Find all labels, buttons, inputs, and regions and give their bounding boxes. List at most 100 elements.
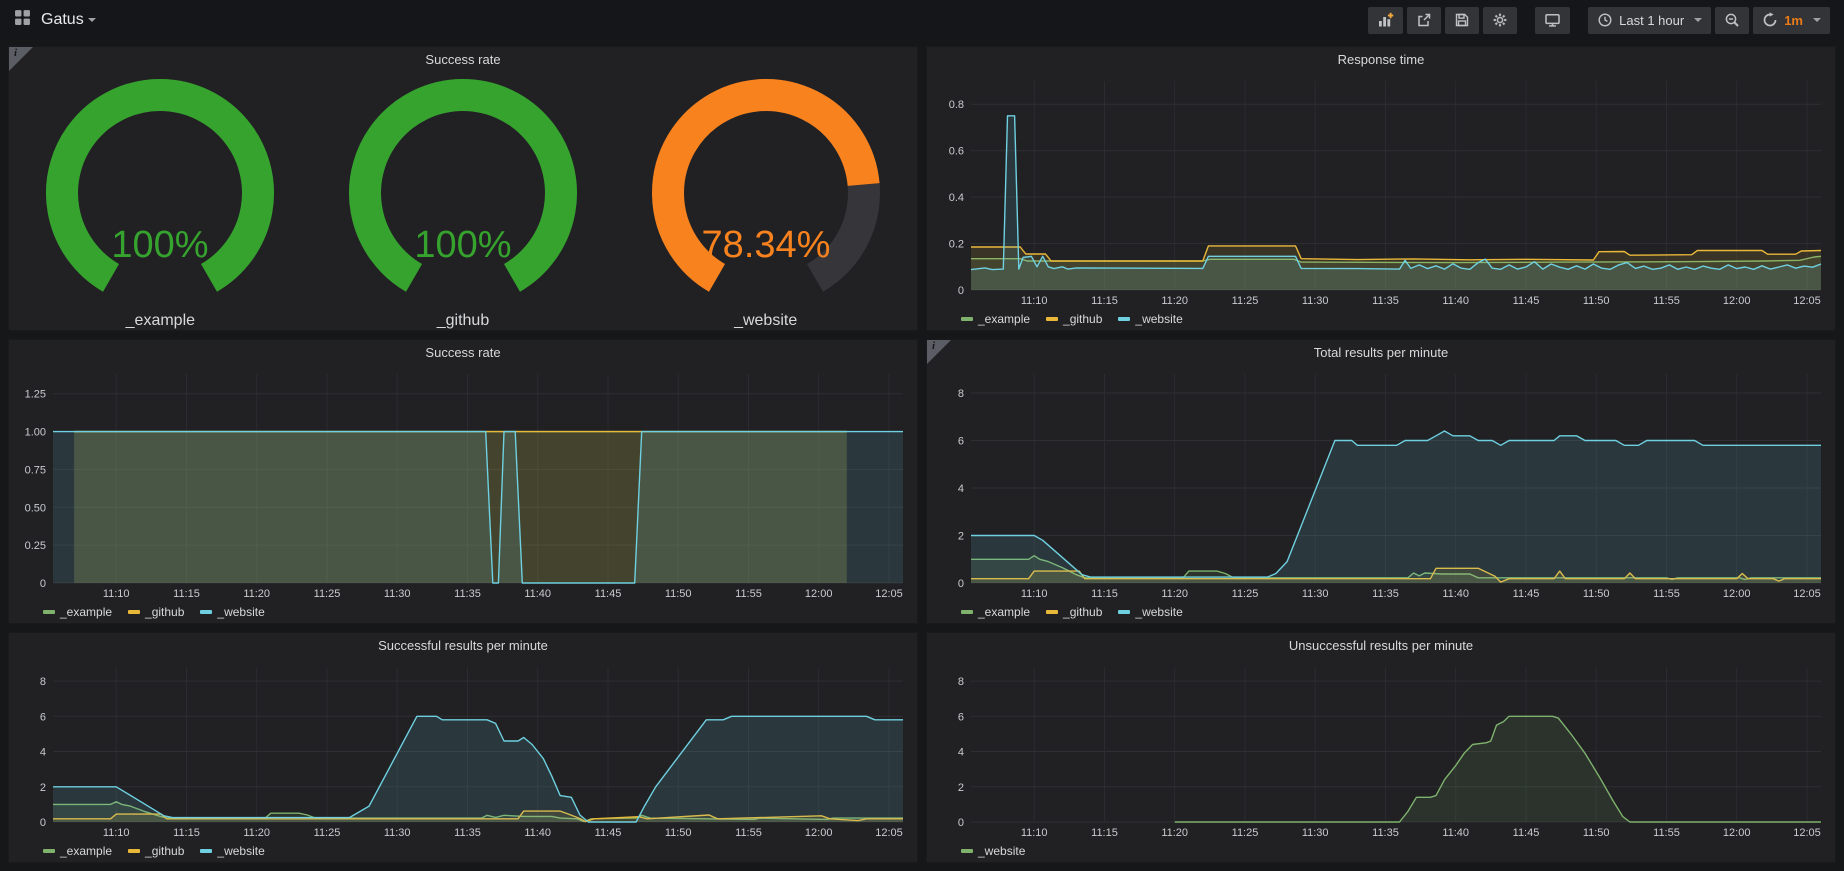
svg-text:11:20: 11:20 <box>243 827 270 839</box>
legend-label: _github <box>145 605 184 619</box>
svg-text:11:15: 11:15 <box>173 827 200 839</box>
svg-text:12:00: 12:00 <box>1723 295 1751 307</box>
gauge-example: 100% _example <box>11 73 311 330</box>
legend-item[interactable]: _github <box>1046 312 1102 326</box>
gauge-svg: 78.34% <box>626 73 906 305</box>
unsuccessful-results-chart[interactable]: 11:1011:1511:2011:2511:3011:3511:4011:45… <box>933 659 1829 840</box>
chart-legend: _website <box>927 840 1835 862</box>
legend-item[interactable]: _example <box>961 605 1030 619</box>
svg-text:11:50: 11:50 <box>1583 827 1610 839</box>
zoom-out-button[interactable] <box>1715 7 1749 34</box>
clock-icon <box>1597 12 1613 28</box>
svg-text:0: 0 <box>958 285 964 297</box>
gauge-arc: 78.34% <box>626 73 906 310</box>
svg-text:0.75: 0.75 <box>25 464 46 476</box>
svg-text:11:25: 11:25 <box>314 588 341 600</box>
svg-text:11:40: 11:40 <box>1442 295 1469 307</box>
svg-text:11:25: 11:25 <box>1232 827 1259 839</box>
svg-text:11:25: 11:25 <box>314 827 341 839</box>
svg-text:11:30: 11:30 <box>1302 827 1329 839</box>
svg-text:11:30: 11:30 <box>384 827 411 839</box>
gauge-svg: 100% <box>20 73 300 305</box>
save-button[interactable] <box>1445 7 1479 34</box>
legend-item[interactable]: _website <box>200 844 264 858</box>
refresh-icon <box>1762 12 1778 28</box>
tv-mode-button[interactable] <box>1535 7 1570 34</box>
legend-swatch-icon <box>128 610 140 614</box>
gauge-arc: 100% <box>20 73 300 310</box>
svg-text:4: 4 <box>40 747 46 759</box>
legend-item[interactable]: _github <box>128 605 184 619</box>
legend-swatch-icon <box>1118 610 1130 614</box>
svg-text:2: 2 <box>958 531 964 543</box>
svg-text:11:20: 11:20 <box>243 588 270 600</box>
chart-svg: 11:1011:1511:2011:2511:3011:3511:4011:45… <box>15 366 911 601</box>
gauge-github: 100% _github <box>313 73 613 330</box>
legend-label: _example <box>978 605 1030 619</box>
chevron-down-icon <box>1813 18 1821 22</box>
legend-item[interactable]: _website <box>961 844 1025 858</box>
gear-icon <box>1492 12 1508 28</box>
svg-text:12:05: 12:05 <box>1793 827 1821 839</box>
svg-text:12:05: 12:05 <box>875 827 903 839</box>
legend-item[interactable]: _example <box>961 312 1030 326</box>
add-panel-icon <box>1377 12 1394 28</box>
svg-text:11:35: 11:35 <box>1372 588 1399 600</box>
settings-button[interactable] <box>1483 7 1517 34</box>
panel-title[interactable]: Response time <box>927 47 1835 73</box>
legend-item[interactable]: _website <box>1118 312 1182 326</box>
panel-title[interactable]: Success rate <box>9 47 917 73</box>
legend-swatch-icon <box>43 849 55 853</box>
time-range-label: Last 1 hour <box>1619 13 1684 28</box>
success-rate-chart[interactable]: 11:1011:1511:2011:2511:3011:3511:4011:45… <box>15 366 911 601</box>
svg-text:11:45: 11:45 <box>595 827 622 839</box>
legend-label: _example <box>978 312 1030 326</box>
legend-label: _website <box>217 844 264 858</box>
dashboard-grid-icon[interactable] <box>14 9 31 31</box>
svg-text:0: 0 <box>958 817 964 829</box>
gauge-label: _example <box>126 312 195 330</box>
legend-item[interactable]: _website <box>1118 605 1182 619</box>
svg-text:11:35: 11:35 <box>454 827 481 839</box>
chart-svg: 11:1011:1511:2011:2511:3011:3511:4011:45… <box>933 73 1829 308</box>
svg-text:0: 0 <box>40 817 46 829</box>
svg-text:0.2: 0.2 <box>949 239 964 251</box>
svg-text:11:15: 11:15 <box>1091 827 1118 839</box>
svg-text:11:45: 11:45 <box>1513 827 1540 839</box>
panel-title[interactable]: Unsuccessful results per minute <box>927 633 1835 659</box>
svg-text:11:25: 11:25 <box>1232 588 1259 600</box>
legend-item[interactable]: _example <box>43 844 112 858</box>
svg-text:11:35: 11:35 <box>1372 827 1399 839</box>
legend-item[interactable]: _example <box>43 605 112 619</box>
panel-title[interactable]: Success rate <box>9 340 917 366</box>
share-button[interactable] <box>1407 7 1441 34</box>
svg-text:2: 2 <box>958 782 964 794</box>
successful-results-chart[interactable]: 11:1011:1511:2011:2511:3011:3511:4011:45… <box>15 659 911 840</box>
chart-legend: _example _github _website <box>927 601 1835 623</box>
svg-text:1.25: 1.25 <box>25 389 46 401</box>
legend-item[interactable]: _github <box>128 844 184 858</box>
response-time-chart[interactable]: 11:1011:1511:2011:2511:3011:3511:4011:45… <box>933 73 1829 308</box>
gauge-label: _github <box>437 312 490 330</box>
gauge-arc: 100% <box>323 73 603 310</box>
svg-text:11:55: 11:55 <box>1653 588 1680 600</box>
svg-text:11:50: 11:50 <box>665 827 692 839</box>
gauge-value: 100% <box>414 224 511 266</box>
svg-text:11:20: 11:20 <box>1161 827 1188 839</box>
legend-item[interactable]: _website <box>200 605 264 619</box>
panel-title[interactable]: Total results per minute <box>927 340 1835 366</box>
svg-text:12:00: 12:00 <box>805 588 833 600</box>
refresh-button[interactable]: 1m <box>1753 7 1830 34</box>
info-letter: i <box>14 47 17 59</box>
chevron-down-icon <box>1694 18 1702 22</box>
svg-text:0.8: 0.8 <box>949 99 964 111</box>
legend-item[interactable]: _github <box>1046 605 1102 619</box>
svg-text:11:20: 11:20 <box>1161 295 1188 307</box>
panel-title[interactable]: Successful results per minute <box>9 633 917 659</box>
dashboard-title-button[interactable]: Gatus <box>41 11 96 29</box>
time-range-button[interactable]: Last 1 hour <box>1588 7 1711 34</box>
total-results-chart[interactable]: 11:1011:1511:2011:2511:3011:3511:4011:45… <box>933 366 1829 601</box>
add-panel-button[interactable] <box>1368 7 1403 34</box>
svg-text:11:55: 11:55 <box>1653 295 1680 307</box>
svg-text:11:50: 11:50 <box>665 588 692 600</box>
